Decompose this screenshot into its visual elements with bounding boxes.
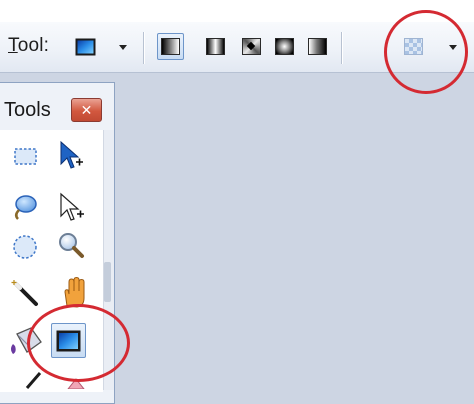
tool-label: Tool: xyxy=(8,35,49,57)
diamond-gradient-button[interactable] xyxy=(238,33,265,60)
close-panel-button[interactable]: ✕ xyxy=(71,98,102,122)
move-selection-outline-icon[interactable] xyxy=(58,192,88,224)
tool-label-text: ool: xyxy=(17,35,50,56)
linear-gradient-icon xyxy=(161,38,180,55)
linear-reflected-gradient-button[interactable] xyxy=(202,33,229,60)
highlight-circle-gradient-tool xyxy=(27,304,130,382)
radial-gradient-icon xyxy=(275,38,294,55)
pencil-icon[interactable] xyxy=(24,370,46,389)
lasso-select-icon[interactable] xyxy=(10,193,40,223)
radial-gradient-button[interactable] xyxy=(271,33,298,60)
zoom-icon[interactable] xyxy=(56,230,86,260)
magic-wand-icon[interactable] xyxy=(10,278,42,310)
tools-panel-scroll-thumb[interactable] xyxy=(104,262,111,302)
conical-gradient-button[interactable] xyxy=(304,33,331,60)
linear-gradient-button[interactable] xyxy=(157,33,184,60)
move-selection-icon[interactable] xyxy=(58,140,86,174)
current-tool-dropdown[interactable] xyxy=(72,33,99,60)
tool-label-mnemonic: T xyxy=(8,35,18,56)
close-icon: ✕ xyxy=(80,101,93,118)
gradient-tool-icon xyxy=(75,38,96,55)
conical-gradient-icon xyxy=(308,38,327,55)
linear-reflected-gradient-icon xyxy=(206,38,225,55)
current-tool-dropdown-arrow-icon[interactable] xyxy=(119,45,127,50)
rectangle-select-icon[interactable] xyxy=(12,146,40,168)
ellipse-select-icon[interactable] xyxy=(10,232,40,262)
toolbar-separator xyxy=(143,32,145,64)
diamond-gradient-icon xyxy=(242,38,261,55)
highlight-circle-color-mode xyxy=(384,10,468,94)
tools-panel-title: Tools xyxy=(4,99,51,121)
toolbar-separator-2 xyxy=(341,32,343,64)
